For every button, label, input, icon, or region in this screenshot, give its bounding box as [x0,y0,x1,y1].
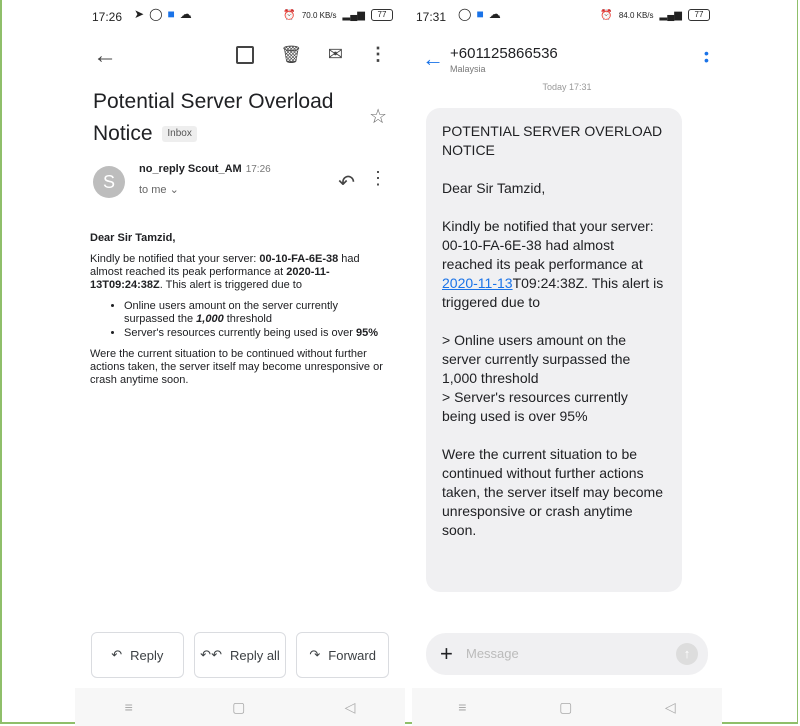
message-greeting: Dear Sir Tamzid, [442,180,546,196]
email-toolbar: ← 🗑 ✉ ⋮ [93,42,387,72]
cloud-icon: ☁ [179,7,192,21]
list-item: Server's resources currently being used … [124,327,385,340]
signal-icon: ▂▄▆ [342,9,365,21]
message-compose: + Message ↑ [426,633,708,675]
reply-actions: ↶ Reply ↶↶ Reply all ↷ Forward [91,632,390,678]
contact-country: Malaysia [450,64,486,74]
paragraph-1: Kindly be notified that your server: 00-… [90,253,360,291]
forward-icon: ↷ [309,647,321,662]
sender-time: 17:26 [245,164,271,175]
menu-nav-icon[interactable]: ≡ [458,699,466,715]
server-id: 00-10-FA-6E-38 [259,253,339,265]
home-nav-icon[interactable]: ▢ [559,699,572,716]
message-paragraph-1: Kindly be notified that your server: 00-… [442,218,664,310]
home-nav-icon[interactable]: ▢ [232,699,245,716]
system-nav-bar: ≡ ▢ ◁ [412,688,722,726]
battery-icon: 77 [688,9,710,21]
more-vert-icon[interactable]: ⋮ [369,44,387,65]
email-subject: Potential Server Overload Notice Inbox [93,86,353,150]
reply-icon: ↶ [111,647,123,662]
location-arrow-icon: ➤ [134,7,145,21]
message-bubble[interactable]: POTENTIAL SERVER OVERLOAD NOTICE Dear Si… [426,108,682,592]
message-lines: > Online users amount on the server curr… [442,332,631,424]
to-me-label: to me [139,184,167,196]
sender-avatar[interactable]: S [93,166,125,198]
back-nav-icon[interactable]: ◁ [665,699,676,716]
signal-icon: ▂▄▆ [659,9,682,21]
reply-all-icon: ↶↶ [200,647,222,662]
list-item: Online users amount on the server curren… [124,300,385,326]
alert-reasons: Online users amount on the server curren… [90,300,385,340]
more-vert-icon[interactable]: • • [704,46,712,67]
inbox-badge[interactable]: Inbox [162,126,197,143]
network-speed: 70.0 KB/s [301,10,337,20]
chevron-down-icon: ⌄ [169,184,179,196]
message-date: Today 17:31 [542,82,592,92]
plus-icon[interactable]: + [440,641,453,667]
contact-number[interactable]: +601125866536 [450,45,558,62]
reply-icon[interactable]: ↶ [338,170,355,195]
forward-button[interactable]: ↷ Forward [296,632,390,678]
messages-icon: ■ [476,7,484,21]
system-nav-bar: ≡ ▢ ◁ [75,688,405,726]
paragraph-2: Were the current situation to be continu… [90,348,383,386]
reply-all-button[interactable]: ↶↶ Reply all [193,632,287,678]
alarm-icon: ⏰ [600,9,613,21]
delete-icon[interactable]: 🗑 [280,45,302,65]
greeting: Dear Sir Tamzid, [90,232,176,244]
send-icon[interactable]: ↑ [676,643,698,665]
email-body: Dear Sir Tamzid, Kindly be notified that… [90,232,385,395]
status-time: 17:26 [92,10,123,24]
menu-nav-icon[interactable]: ≡ [125,699,133,715]
messages-icon: ■ [167,7,175,21]
subject-text: Potential Server Overload Notice [93,90,334,145]
back-arrow-icon[interactable]: ← [422,46,444,72]
to-me-dropdown[interactable]: to me ⌄ [139,183,179,196]
status-bar: 17:26 ➤ ◯ ■ ☁ ⏰ 70.0 KB/s ▂▄▆ 77 [92,8,393,26]
back-arrow-icon[interactable]: ← [93,42,117,70]
mail-icon[interactable]: ✉ [328,44,343,65]
cloud-icon: ☁ [488,7,501,21]
star-icon[interactable]: ☆ [369,104,387,129]
date-link[interactable]: 2020-11-13 [442,275,513,291]
whatsapp-icon: ◯ [149,7,163,21]
back-nav-icon[interactable]: ◁ [345,699,356,716]
reply-button[interactable]: ↶ Reply [91,632,184,678]
more-vert-icon[interactable]: ⋮ [369,168,387,189]
network-speed: 84.0 KB/s [618,10,654,20]
archive-icon[interactable] [236,45,255,64]
message-input[interactable]: Message [466,646,519,661]
alarm-icon: ⏰ [283,9,296,21]
status-bar: 17:31 ◯ ■ ☁ ⏰ 84.0 KB/s ▂▄▆ 77 [416,8,710,26]
battery-icon: 77 [371,9,393,21]
message-title: POTENTIAL SERVER OVERLOAD NOTICE [442,123,663,158]
sender-name: no_reply Scout_AM [139,163,242,175]
status-time: 17:31 [416,10,447,24]
whatsapp-icon: ◯ [458,7,472,21]
sender-line: no_reply Scout_AM 17:26 [139,163,271,175]
email-screen: 17:26 ➤ ◯ ■ ☁ ⏰ 70.0 KB/s ▂▄▆ 77 ← 🗑 ✉ ⋮… [75,0,405,726]
message-paragraph-2: Were the current situation to be continu… [442,446,663,538]
sms-screen: 17:31 ◯ ■ ☁ ⏰ 84.0 KB/s ▂▄▆ 77 ← +601125… [412,0,722,726]
